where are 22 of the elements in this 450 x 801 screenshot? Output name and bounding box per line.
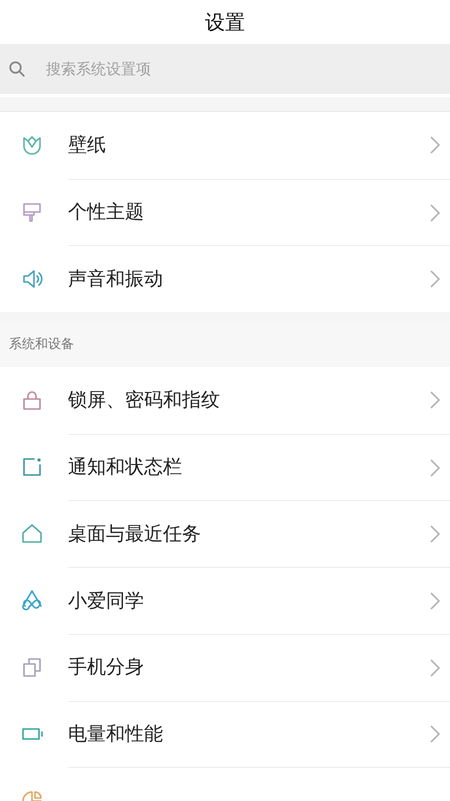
item-label: 电量和性能 xyxy=(68,722,164,748)
item-label: 个性主题 xyxy=(68,200,145,226)
item-label: 壁纸 xyxy=(68,133,107,158)
section-header: 系统和设备 xyxy=(9,336,74,354)
chevron-right-icon xyxy=(430,136,440,154)
item-label: 桌面与最近任务 xyxy=(68,522,202,548)
chevron-right-icon xyxy=(430,270,440,288)
chevron-right-icon xyxy=(430,391,440,410)
chevron-right-icon xyxy=(430,204,440,222)
item-label: 声音和振动 xyxy=(68,266,164,292)
chevron-right-icon xyxy=(430,458,440,477)
search-field[interactable]: 搜索系统设置项 xyxy=(0,44,450,94)
search-icon xyxy=(8,60,26,78)
chevron-right-icon xyxy=(430,592,440,610)
item-label: 通知和状态栏 xyxy=(68,455,183,480)
chevron-right-icon xyxy=(430,525,440,544)
item-label: 锁屏、密码和指纹 xyxy=(68,388,221,414)
item-label: 小爱同学 xyxy=(68,588,145,614)
page-title: 设置 xyxy=(205,9,245,36)
item-label: 手机分身 xyxy=(68,655,145,680)
chevron-right-icon xyxy=(430,658,440,677)
chevron-right-icon xyxy=(430,725,440,744)
